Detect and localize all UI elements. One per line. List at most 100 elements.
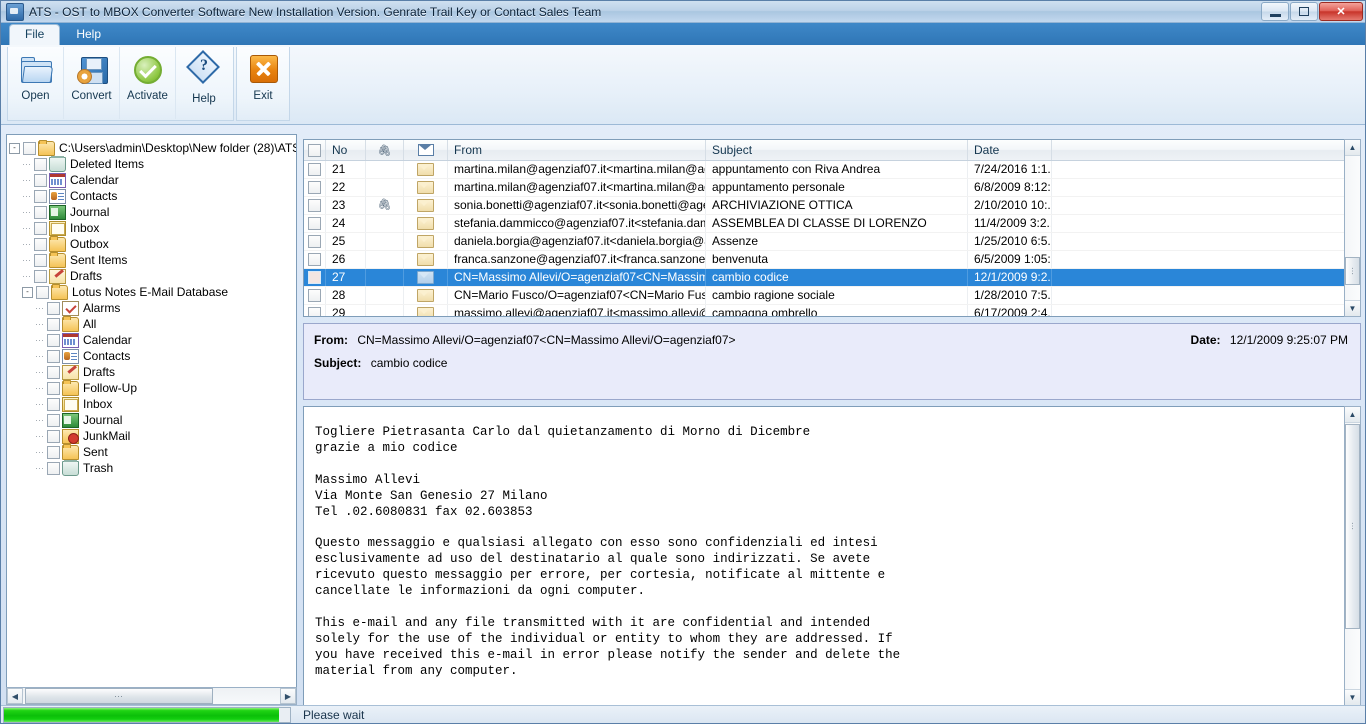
mail-list-panel[interactable]: No 🖇 From Subject Date 21 martina.milan@a… — [303, 139, 1361, 317]
row-checkbox[interactable] — [308, 271, 321, 284]
tree-item-lotus-notes-e-mail-database[interactable]: - Lotus Notes E-Mail Database — [9, 283, 296, 300]
tree-item-checkbox[interactable] — [34, 157, 47, 171]
tree-item-checkbox[interactable] — [34, 269, 47, 283]
tree-item-contacts[interactable]: ⋯ Contacts — [9, 348, 296, 364]
tree-item-checkbox[interactable] — [47, 429, 60, 443]
header-date[interactable]: Date — [968, 140, 1052, 160]
mail-list-vertical-scrollbar[interactable]: ▲ ⋯ ▼ — [1344, 139, 1361, 317]
tree-item-follow-up[interactable]: ⋯ Follow-Up — [9, 379, 296, 396]
mail-list-row[interactable]: 28 CN=Mario Fusco/O=agenziaf07<CN=Mario F… — [304, 287, 1360, 305]
tree-item-checkbox[interactable] — [34, 237, 47, 251]
tree-item-checkbox[interactable] — [47, 397, 60, 411]
mail-list-row[interactable]: 26 franca.sanzone@agenziaf07.it<franca.sa… — [304, 251, 1360, 269]
row-checkbox-cell[interactable] — [304, 233, 326, 250]
mail-scroll-down-arrow[interactable]: ▼ — [1345, 300, 1360, 316]
mail-list-row[interactable]: 23 🖇 sonia.bonetti@agenziaf07.it<sonia.bon… — [304, 197, 1360, 215]
tab-help[interactable]: Help — [60, 24, 117, 45]
tree-scroll-thumb[interactable]: ⋯ — [25, 688, 213, 704]
tree-item-checkbox[interactable] — [34, 221, 47, 235]
mail-list-row[interactable]: 27 CN=Massimo Allevi/O=agenziaf07<CN=Mass… — [304, 269, 1360, 287]
header-select-all[interactable] — [304, 140, 326, 160]
tree-item-calendar[interactable]: ⋯ Calendar — [9, 172, 296, 188]
tree-item-checkbox[interactable] — [47, 445, 60, 459]
tree-item-checkbox[interactable] — [23, 141, 36, 155]
mail-list-row[interactable]: 29 massimo.allevi@agenziaf07.it<massimo.a… — [304, 305, 1360, 316]
row-checkbox-cell[interactable] — [304, 197, 326, 214]
header-subject[interactable]: Subject — [706, 140, 968, 160]
tree-scroll-track[interactable]: ⋯ — [23, 688, 280, 704]
maximize-button[interactable] — [1290, 2, 1318, 21]
mail-scroll-thumb[interactable]: ⋯ — [1345, 257, 1360, 285]
tree-item-checkbox[interactable] — [34, 189, 47, 203]
tree-item-trash[interactable]: ⋯ Trash — [9, 459, 296, 476]
tree-root-item[interactable]: - C:\Users\admin\Desktop\New folder (28)\… — [9, 139, 296, 156]
message-body-panel[interactable]: Togliere Pietrasanta Carlo dal quietanza… — [303, 406, 1361, 706]
tree-item-checkbox[interactable] — [47, 381, 60, 395]
tree-item-journal[interactable]: ⋯ Journal — [9, 412, 296, 428]
tree-item-checkbox[interactable] — [34, 253, 47, 267]
header-no[interactable]: No — [326, 140, 366, 160]
tree-item-sent-items[interactable]: ⋯ Sent Items — [9, 251, 296, 268]
tree-item-drafts[interactable]: ⋯ Drafts — [9, 268, 296, 284]
tree-item-checkbox[interactable] — [47, 301, 60, 315]
body-scroll-down-arrow[interactable]: ▼ — [1345, 689, 1360, 705]
tree-scroll-right-arrow[interactable]: ▶ — [280, 688, 296, 704]
row-checkbox[interactable] — [308, 235, 321, 248]
mail-scroll-up-arrow[interactable]: ▲ — [1345, 140, 1360, 156]
mail-list-row[interactable]: 22 martina.milan@agenziaf07.it<martina.mi… — [304, 179, 1360, 197]
row-checkbox[interactable] — [308, 217, 321, 230]
tree-item-checkbox[interactable] — [47, 333, 60, 347]
tree-item-junkmail[interactable]: ⋯ JunkMail — [9, 428, 296, 444]
tab-file[interactable]: File — [9, 24, 61, 45]
mail-list-row[interactable]: 24 stefania.dammicco@agenziaf07.it<stefan… — [304, 215, 1360, 233]
tree-item-checkbox[interactable] — [34, 173, 47, 187]
tree-item-checkbox[interactable] — [36, 285, 49, 299]
row-checkbox[interactable] — [308, 181, 321, 194]
tree-item-calendar[interactable]: ⋯ Calendar — [9, 332, 296, 348]
exit-button[interactable]: Exit — [237, 47, 289, 119]
tree-item-inbox[interactable]: ⋯ Inbox — [9, 220, 296, 236]
row-checkbox[interactable] — [308, 163, 321, 176]
row-checkbox[interactable] — [308, 307, 321, 316]
tree-item-contacts[interactable]: ⋯ Contacts — [9, 188, 296, 204]
help-button[interactable]: ? Help — [176, 47, 232, 119]
row-checkbox-cell[interactable] — [304, 215, 326, 232]
tree-expander[interactable]: - — [9, 142, 20, 154]
header-attachment[interactable]: 🖇 — [366, 140, 404, 160]
row-checkbox-cell[interactable] — [304, 287, 326, 304]
mail-list-row[interactable]: 25 daniela.borgia@agenziaf07.it<daniela.b… — [304, 233, 1360, 251]
row-checkbox-cell[interactable] — [304, 251, 326, 268]
tree-item-checkbox[interactable] — [47, 461, 60, 475]
header-status[interactable] — [404, 140, 448, 160]
body-scroll-up-arrow[interactable]: ▲ — [1345, 407, 1360, 423]
tree-item-outbox[interactable]: ⋯ Outbox — [9, 235, 296, 252]
tree-item-all[interactable]: ⋯ All — [9, 315, 296, 332]
row-checkbox[interactable] — [308, 253, 321, 266]
open-button[interactable]: Open — [8, 47, 64, 119]
minimize-button[interactable] — [1261, 2, 1289, 21]
tree-scroll-left-arrow[interactable]: ◀ — [7, 688, 23, 704]
tree-item-checkbox[interactable] — [47, 349, 60, 363]
tree-item-alarms[interactable]: ⋯ Alarms — [9, 300, 296, 316]
tree-item-checkbox[interactable] — [47, 413, 60, 427]
message-body-vertical-scrollbar[interactable]: ▲ ⋯ ▼ — [1344, 406, 1361, 706]
tree-item-checkbox[interactable] — [47, 317, 60, 331]
tree-item-checkbox[interactable] — [47, 365, 60, 379]
row-checkbox[interactable] — [308, 289, 321, 302]
tree-item-checkbox[interactable] — [34, 205, 47, 219]
row-checkbox-cell[interactable] — [304, 179, 326, 196]
header-from[interactable]: From — [448, 140, 706, 160]
folder-tree-panel[interactable]: - C:\Users\admin\Desktop\New folder (28)\… — [6, 134, 297, 706]
mail-list-row[interactable]: 21 martina.milan@agenziaf07.it<martina.mi… — [304, 161, 1360, 179]
tree-expander[interactable]: - — [22, 286, 33, 298]
tree-item-deleted-items[interactable]: ⋯ Deleted Items — [9, 155, 296, 172]
select-all-checkbox[interactable] — [308, 143, 321, 157]
row-checkbox-cell[interactable] — [304, 305, 326, 316]
tree-item-inbox[interactable]: ⋯ Inbox — [9, 396, 296, 412]
activate-button[interactable]: Activate — [120, 47, 176, 119]
close-button[interactable]: ✕ — [1319, 2, 1363, 21]
body-scroll-thumb[interactable]: ⋯ — [1345, 424, 1360, 629]
row-checkbox[interactable] — [308, 199, 321, 212]
tree-horizontal-scrollbar[interactable]: ◀ ⋯ ▶ — [6, 687, 297, 705]
tree-item-drafts[interactable]: ⋯ Drafts — [9, 364, 296, 380]
